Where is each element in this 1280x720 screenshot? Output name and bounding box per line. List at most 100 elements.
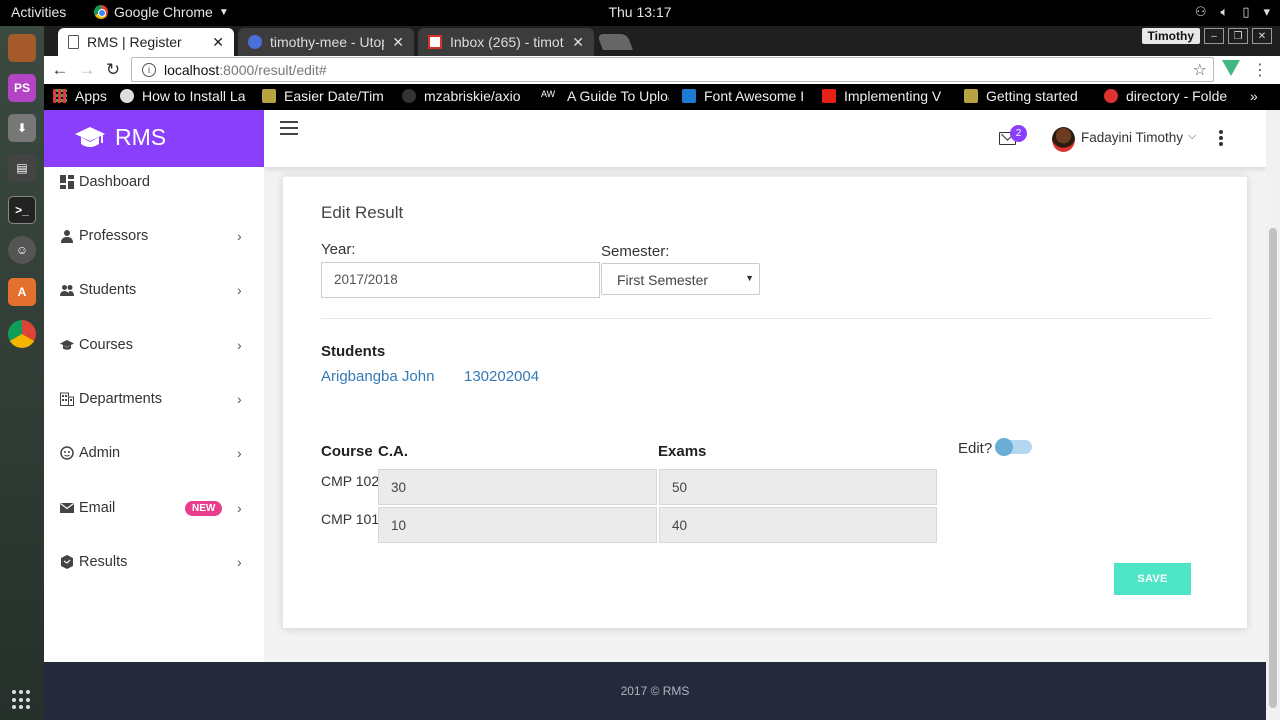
exam-score-input[interactable]: 50 [659, 469, 937, 505]
vue-devtools-icon[interactable] [1222, 60, 1240, 76]
people-icon [60, 285, 74, 296]
back-icon[interactable]: ← [50, 60, 70, 80]
bookmark-item[interactable]: directory - Folde [1104, 88, 1232, 104]
new-tab-button[interactable] [597, 34, 633, 50]
sidebar-item-label: Dashboard [79, 174, 150, 190]
caret-down-icon: ▼ [745, 273, 754, 283]
tab-rms-register[interactable]: RMS | Register ✕ [58, 28, 234, 56]
accessibility-icon[interactable]: ☺ [8, 236, 36, 264]
sidebar-item-label: Admin [79, 445, 121, 461]
edit-toggle-label: Edit? [958, 440, 993, 457]
exam-score-input[interactable]: 40 [659, 507, 937, 543]
caret-down-icon: ▼ [218, 6, 229, 18]
student-id-link[interactable]: 130202004 [464, 368, 539, 385]
more-bookmarks-button[interactable]: » [1250, 88, 1258, 104]
document-icon [68, 35, 79, 49]
chevron-right-icon: › [237, 391, 242, 407]
scrollbar-thumb[interactable] [1269, 228, 1277, 708]
sidebar-item-label: Email [79, 500, 116, 516]
bookmark-item[interactable]: Font Awesome I [682, 88, 810, 104]
url-host: localhost [164, 61, 220, 78]
forward-icon[interactable]: → [77, 60, 97, 80]
student-name-link[interactable]: Arigbangba John [321, 368, 434, 385]
installer-icon[interactable]: ⬇ [8, 114, 36, 142]
person-icon [61, 230, 73, 243]
clock[interactable]: Thu 13:17 [608, 4, 671, 20]
close-icon[interactable]: ✕ [212, 34, 224, 51]
sidebar-item-dashboard[interactable]: Dashboard [44, 167, 264, 197]
minimize-icon[interactable]: – [1204, 28, 1224, 44]
top-header: 2 Fadayini Timothy ⌵ [264, 110, 1266, 167]
bookmark-apps[interactable]: Apps [53, 88, 107, 104]
results-icon [61, 555, 73, 569]
close-window-icon[interactable]: ✕ [1252, 28, 1272, 44]
edit-toggle[interactable] [995, 438, 1032, 456]
tab-title: RMS | Register [87, 34, 182, 50]
form-divider [321, 318, 1211, 319]
new-badge: NEW [185, 500, 223, 516]
ca-score-input[interactable]: 30 [378, 469, 657, 505]
year-input[interactable]: 2017/2018 [321, 262, 600, 298]
bookmark-item[interactable]: Implementing V [822, 88, 950, 104]
volume-icon: 🔈︎ [1220, 4, 1229, 19]
video-editor-icon[interactable]: ▤ [8, 154, 36, 182]
bookmark-star-icon[interactable]: ☆ [1193, 60, 1207, 80]
activities-button[interactable]: Activities [11, 4, 66, 20]
bookmark-item[interactable]: AW A Guide To Uploa [541, 88, 669, 104]
browser-toolbar: ← → ↻ i localhost:8000/result/edit# ☆ ⋮ [44, 56, 1280, 84]
bookmark-item[interactable]: Easier Date/Tim [262, 88, 389, 104]
edit-result-card: Edit Result Year: 2017/2018 Semester: Fi… [283, 176, 1247, 628]
semester-selected-value: First Semester [617, 272, 709, 288]
tab-gmail-inbox[interactable]: Inbox (265) - timoth ✕ [418, 28, 594, 56]
bookmark-item[interactable]: Getting started [964, 88, 1092, 104]
page-scrollbar[interactable] [1266, 110, 1280, 720]
dashboard-icon [60, 175, 74, 189]
user-name[interactable]: Fadayini Timothy [1081, 130, 1183, 145]
sidebar-item-admin[interactable]: Admin › [44, 438, 264, 468]
sidebar-item-courses[interactable]: Courses › [44, 330, 264, 360]
bookmark-item[interactable]: How to Install La [120, 88, 248, 104]
face-icon [60, 446, 74, 460]
info-icon[interactable]: i [142, 62, 156, 77]
hamburger-menu-icon[interactable] [280, 121, 298, 139]
gmail-icon [428, 35, 442, 49]
terminal-icon[interactable]: >_ [8, 196, 36, 224]
url-path: :8000/result/edit# [219, 61, 327, 78]
system-tray[interactable]: ⚇ 🔈︎ ▯ ▾ [1195, 4, 1270, 20]
tab-utopian[interactable]: timothy-mee - Utop ✕ [238, 28, 414, 56]
sidebar-item-results[interactable]: Results › [44, 547, 264, 577]
brand-logo[interactable]: RMS [44, 110, 264, 167]
profile-button[interactable]: Timothy [1141, 28, 1200, 44]
window-controls: – ❐ ✕ [1204, 28, 1272, 44]
save-button[interactable]: SAVE [1114, 563, 1191, 595]
browser-menu-icon[interactable]: ⋮ [1252, 60, 1268, 80]
reload-icon[interactable]: ↻ [103, 60, 123, 80]
github-icon [402, 89, 416, 103]
sidebar-item-professors[interactable]: Professors › [44, 221, 264, 251]
address-bar[interactable]: i localhost:8000/result/edit# ☆ [131, 57, 1214, 82]
sidebar-item-email[interactable]: Email NEW › [44, 493, 264, 523]
sidebar-item-departments[interactable]: Departments › [44, 384, 264, 414]
footer: 2017 © RMS [44, 662, 1266, 720]
sidebar-item-students[interactable]: Students › [44, 275, 264, 305]
software-center-icon[interactable]: A [8, 278, 36, 306]
brand-name: RMS [115, 124, 167, 150]
avatar[interactable] [1052, 127, 1075, 152]
app-menu[interactable]: Google Chrome ▼ [94, 4, 229, 20]
more-options-icon[interactable] [1219, 130, 1223, 148]
chevron-down-icon[interactable]: ⌵ [1188, 130, 1196, 143]
maximize-icon[interactable]: ❐ [1228, 28, 1248, 44]
chrome-dock-icon[interactable] [8, 320, 36, 348]
course-code: CMP 101 [321, 511, 380, 527]
close-icon[interactable]: ✕ [392, 34, 404, 51]
semester-select[interactable]: First Semester ▼ [601, 263, 760, 295]
bookmark-item[interactable]: mzabriskie/axio [402, 88, 530, 104]
files-icon[interactable] [8, 34, 36, 62]
sidebar: Dashboard Professors › Students › Course… [44, 167, 264, 662]
ca-score-input[interactable]: 10 [378, 507, 657, 543]
close-icon[interactable]: ✕ [572, 34, 584, 51]
email-icon [60, 503, 74, 513]
show-apps-icon[interactable] [12, 690, 32, 710]
app-menu-label: Google Chrome [114, 4, 213, 20]
phpstorm-icon[interactable]: PS [8, 74, 36, 102]
